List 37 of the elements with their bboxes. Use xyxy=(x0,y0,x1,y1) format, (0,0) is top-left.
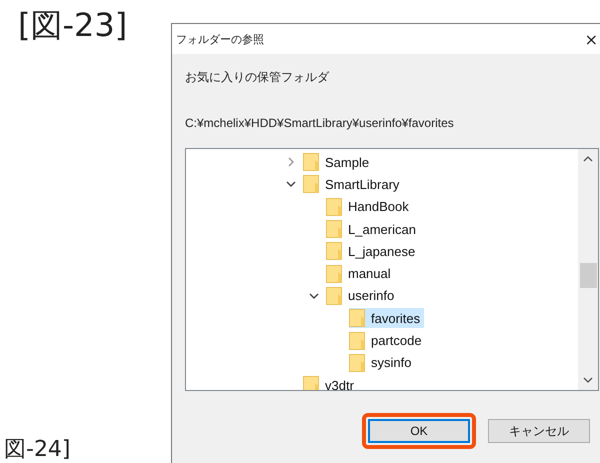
folder-icon xyxy=(326,220,342,238)
folder-icon xyxy=(349,332,365,350)
folder-icon xyxy=(326,198,342,216)
tree-item[interactable]: v3dtr xyxy=(303,375,358,390)
tree-item[interactable]: sysinfo xyxy=(349,352,416,373)
tree-item[interactable]: L_american xyxy=(326,219,420,240)
scroll-up-icon[interactable] xyxy=(583,155,593,163)
folder-icon xyxy=(349,309,365,328)
folder-icon xyxy=(326,286,342,305)
scrollbar[interactable] xyxy=(578,149,598,390)
tree-item[interactable]: HandBook xyxy=(326,196,413,217)
scroll-down-icon[interactable] xyxy=(583,376,593,384)
chevron-right-icon[interactable] xyxy=(286,157,296,168)
figure-label: [図-23] xyxy=(18,6,128,44)
folder-icon xyxy=(303,175,319,194)
description-text: お気に入りの保管フォルダ xyxy=(185,69,330,86)
folder-icon xyxy=(326,264,342,283)
tree-item[interactable]: favorites xyxy=(349,308,424,328)
cancel-button[interactable]: キャンセル xyxy=(488,419,590,443)
tree-item[interactable]: L_japanese xyxy=(326,241,420,262)
tree-item[interactable]: partcode xyxy=(349,330,426,351)
ok-button[interactable]: OK xyxy=(368,419,470,443)
close-button[interactable]: × xyxy=(582,30,600,48)
path-text: C:¥mchelix¥HDD¥SmartLibrary¥userinfo¥favorites xyxy=(185,116,455,130)
tree-item[interactable]: Sample xyxy=(303,152,374,172)
folder-icon xyxy=(303,153,319,172)
tree-item[interactable]: userinfo xyxy=(326,286,398,306)
folder-icon xyxy=(303,376,319,390)
chevron-down-icon[interactable] xyxy=(286,179,296,190)
window-title: フォルダーの参照 xyxy=(176,32,264,46)
tree-item[interactable]: SmartLibrary xyxy=(303,174,404,194)
tree-item[interactable]: manual xyxy=(326,264,395,284)
figure-label: 図-24] xyxy=(4,437,72,463)
scrollbar-thumb[interactable] xyxy=(580,263,596,288)
chevron-down-icon[interactable] xyxy=(309,290,319,301)
folder-icon xyxy=(349,354,365,372)
folder-icon xyxy=(326,242,342,260)
